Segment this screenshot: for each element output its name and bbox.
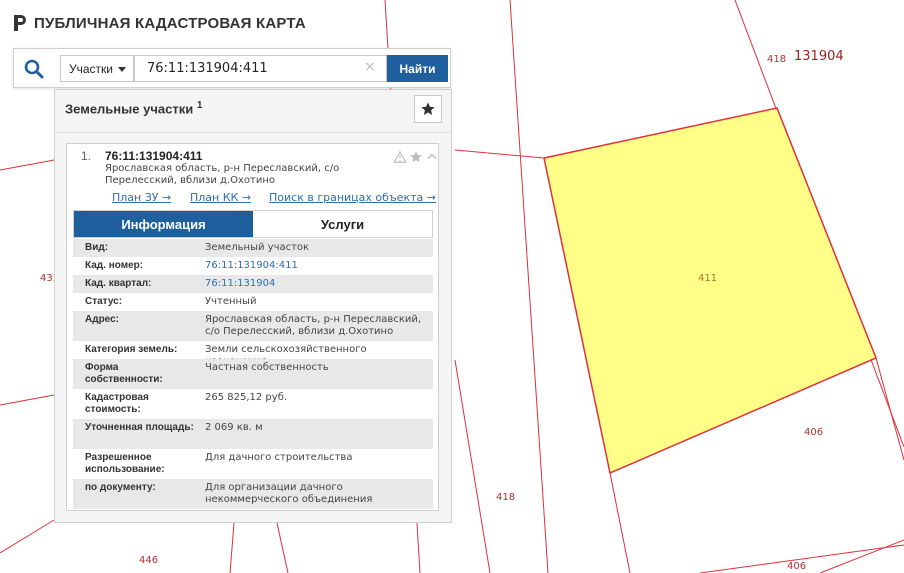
result-number: 1. [81, 149, 92, 163]
search-bar: Участки × Найти [13, 48, 451, 88]
result-tabs: Информация Услуги [73, 210, 433, 238]
info-label: Категория земель: [85, 344, 178, 355]
info-label: Уточненная площадь: [85, 422, 194, 433]
panel-title-text: Земельные участки [65, 101, 194, 117]
info-value: Земельный участок [205, 242, 310, 253]
search-type-select[interactable]: Участки [60, 55, 134, 82]
info-label: Кад. квартал: [85, 278, 152, 289]
map-label-parcel-number: 406 [804, 427, 824, 438]
info-row: Кадастровая стоимость: 265 825,12 руб. [73, 389, 433, 419]
map-label-selected-parcel: 411 [698, 273, 718, 284]
info-row: Вид: Земельный участок [73, 239, 433, 257]
info-label: Адрес: [85, 314, 119, 325]
logo-icon [14, 15, 26, 31]
info-row: Кад. номер: 76:11:131904:411 [73, 257, 433, 275]
star-icon[interactable] [409, 150, 423, 164]
info-value: 2 069 кв. м [205, 422, 263, 433]
info-row: Адрес: Ярославская область, р-н Переслав… [73, 311, 433, 341]
info-label: Кад. номер: [85, 260, 144, 271]
result-address: Ярославская область, р-н Переславский, с… [105, 163, 340, 186]
result-item[interactable]: 1. 76:11:131904:411 Ярославская область,… [66, 143, 439, 511]
info-label: Разрешенное использование: [85, 452, 165, 475]
info-value: Ярославская область, р-н Переславский, с… [205, 314, 422, 337]
cadastral-quarter-link[interactable]: 76:11:131904 [205, 278, 427, 290]
panel-title: Земельные участки 1 [65, 100, 202, 116]
map-label-parcel-number: 406 [787, 561, 807, 572]
result-actions [393, 150, 439, 164]
info-row: Уточненная площадь: 2 069 кв. м [73, 419, 433, 449]
results-count: 1 [196, 100, 203, 111]
app-title: ПУБЛИЧНАЯ КАДАСТРОВАЯ КАРТА [34, 14, 306, 32]
info-row: Форма собственности: Частная собственнос… [73, 359, 433, 389]
map-label-parcel-number: 446 [139, 555, 159, 566]
result-title[interactable]: 76:11:131904:411 [105, 149, 202, 163]
info-value: 265 825,12 руб. [205, 392, 288, 403]
divider [55, 132, 451, 133]
info-value: Частная собственность [205, 362, 329, 373]
plan-kk-link[interactable]: План КК → [190, 191, 251, 204]
tab-services[interactable]: Услуги [253, 211, 432, 237]
map-label-parcel-number: 418 [767, 54, 787, 65]
info-label: по документу: [85, 482, 156, 493]
info-row: по документу: Для организации дачного не… [73, 479, 433, 509]
results-panel: Земельные участки 1 1. 76:11:131904:411 … [54, 89, 452, 523]
info-label: Кадастровая стоимость: [85, 392, 149, 415]
find-button[interactable]: Найти [387, 55, 448, 82]
info-value: Для организации дачного некоммерческого … [205, 482, 373, 505]
info-row: Разрешенное использование: Для дачного с… [73, 449, 433, 479]
map-label-parcel-number: 418 [496, 492, 516, 503]
clear-icon[interactable]: × [364, 60, 376, 74]
chevron-down-icon [118, 67, 126, 72]
cadastral-number-link[interactable]: 76:11:131904:411 [205, 260, 427, 272]
info-row: Кад. квартал: 76:11:131904 [73, 275, 433, 293]
warning-icon[interactable] [393, 150, 407, 164]
search-type-value: Участки [69, 62, 113, 76]
search-in-bounds-link[interactable]: Поиск в границах объекта → [269, 191, 436, 204]
chevron-up-icon[interactable] [425, 150, 439, 164]
tab-information[interactable]: Информация [74, 211, 253, 237]
map-label-quarter: 131904 [794, 49, 844, 64]
info-value: Для дачного строительства [205, 452, 353, 463]
info-label: Вид: [85, 242, 109, 253]
info-label: Форма собственности: [85, 362, 163, 385]
app-header: ПУБЛИЧНАЯ КАДАСТРОВАЯ КАРТА [12, 13, 306, 33]
favorites-button[interactable] [414, 95, 442, 123]
info-row: Статус: Учтенный [73, 293, 433, 311]
search-input[interactable] [134, 55, 387, 82]
plan-zu-link[interactable]: План ЗУ → [112, 191, 171, 204]
info-value: Учтенный [205, 296, 257, 307]
info-row: Категория земель: Земли сельскохозяйстве… [73, 341, 433, 367]
info-label: Статус: [85, 296, 123, 307]
star-icon [421, 102, 435, 115]
search-icon[interactable] [22, 57, 46, 81]
